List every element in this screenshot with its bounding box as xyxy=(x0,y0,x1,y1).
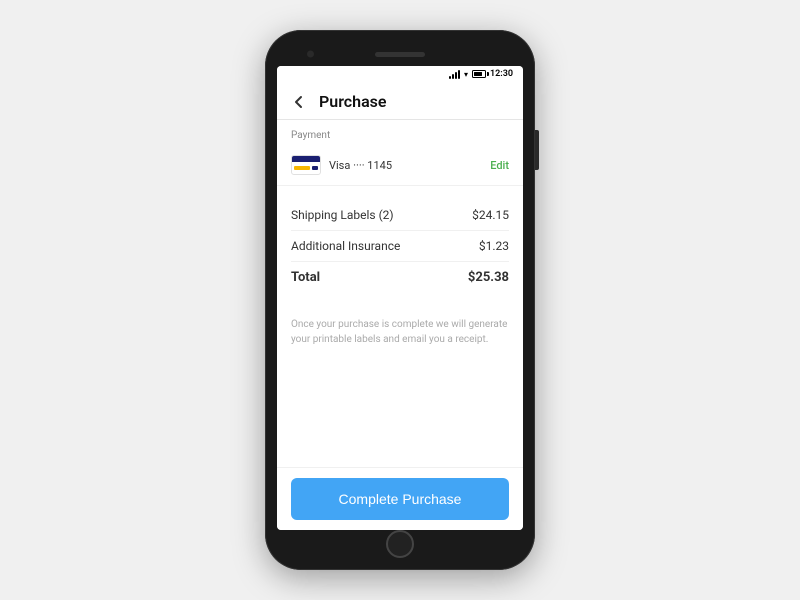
card-number: Visa ···· 1145 xyxy=(329,159,392,172)
signal-icon xyxy=(449,70,460,79)
visa-bottom xyxy=(292,162,320,174)
order-item-value-1: $1.23 xyxy=(479,239,509,253)
complete-btn-wrapper: Complete Purchase xyxy=(277,467,523,530)
payment-left: Visa ···· 1145 xyxy=(291,155,392,175)
phone-top-bar xyxy=(277,42,523,66)
order-total-row: Total $25.38 xyxy=(291,262,509,293)
home-button[interactable] xyxy=(386,530,414,558)
battery-icon xyxy=(472,70,486,78)
edit-payment-button[interactable]: Edit xyxy=(490,159,509,172)
phone-screen: ▾ 12:30 Purchase Payment xyxy=(277,66,523,530)
speaker xyxy=(375,52,425,57)
side-button xyxy=(535,130,539,170)
visa-blue-stripe xyxy=(312,166,318,170)
total-value: $25.38 xyxy=(468,270,509,285)
total-label: Total xyxy=(291,270,320,285)
payment-section-label: Payment xyxy=(277,120,523,145)
complete-purchase-button[interactable]: Complete Purchase xyxy=(291,478,509,520)
page-title: Purchase xyxy=(319,92,387,111)
order-item-label-0: Shipping Labels (2) xyxy=(291,208,394,222)
app-header: Purchase xyxy=(277,82,523,120)
phone-frame: ▾ 12:30 Purchase Payment xyxy=(265,30,535,570)
visa-gold-stripe xyxy=(294,166,310,170)
battery-fill xyxy=(474,72,482,76)
payment-row: Visa ···· 1145 Edit xyxy=(277,145,523,186)
order-item-0: Shipping Labels (2) $24.15 xyxy=(291,200,509,231)
order-item-label-1: Additional Insurance xyxy=(291,239,400,253)
camera xyxy=(307,51,314,58)
wifi-icon: ▾ xyxy=(464,70,468,79)
status-time: 12:30 xyxy=(490,69,513,79)
visa-card-icon xyxy=(291,155,321,175)
phone-bottom-bar xyxy=(277,530,523,558)
status-bar: ▾ 12:30 xyxy=(277,66,523,82)
receipt-note: Once your purchase is complete we will g… xyxy=(277,307,523,357)
back-button[interactable] xyxy=(291,93,309,111)
order-section: Shipping Labels (2) $24.15 Additional In… xyxy=(277,186,523,307)
order-item-1: Additional Insurance $1.23 xyxy=(291,231,509,262)
screen-content: Payment Visa ···· 1145 Edit xyxy=(277,120,523,467)
order-item-value-0: $24.15 xyxy=(472,208,509,222)
